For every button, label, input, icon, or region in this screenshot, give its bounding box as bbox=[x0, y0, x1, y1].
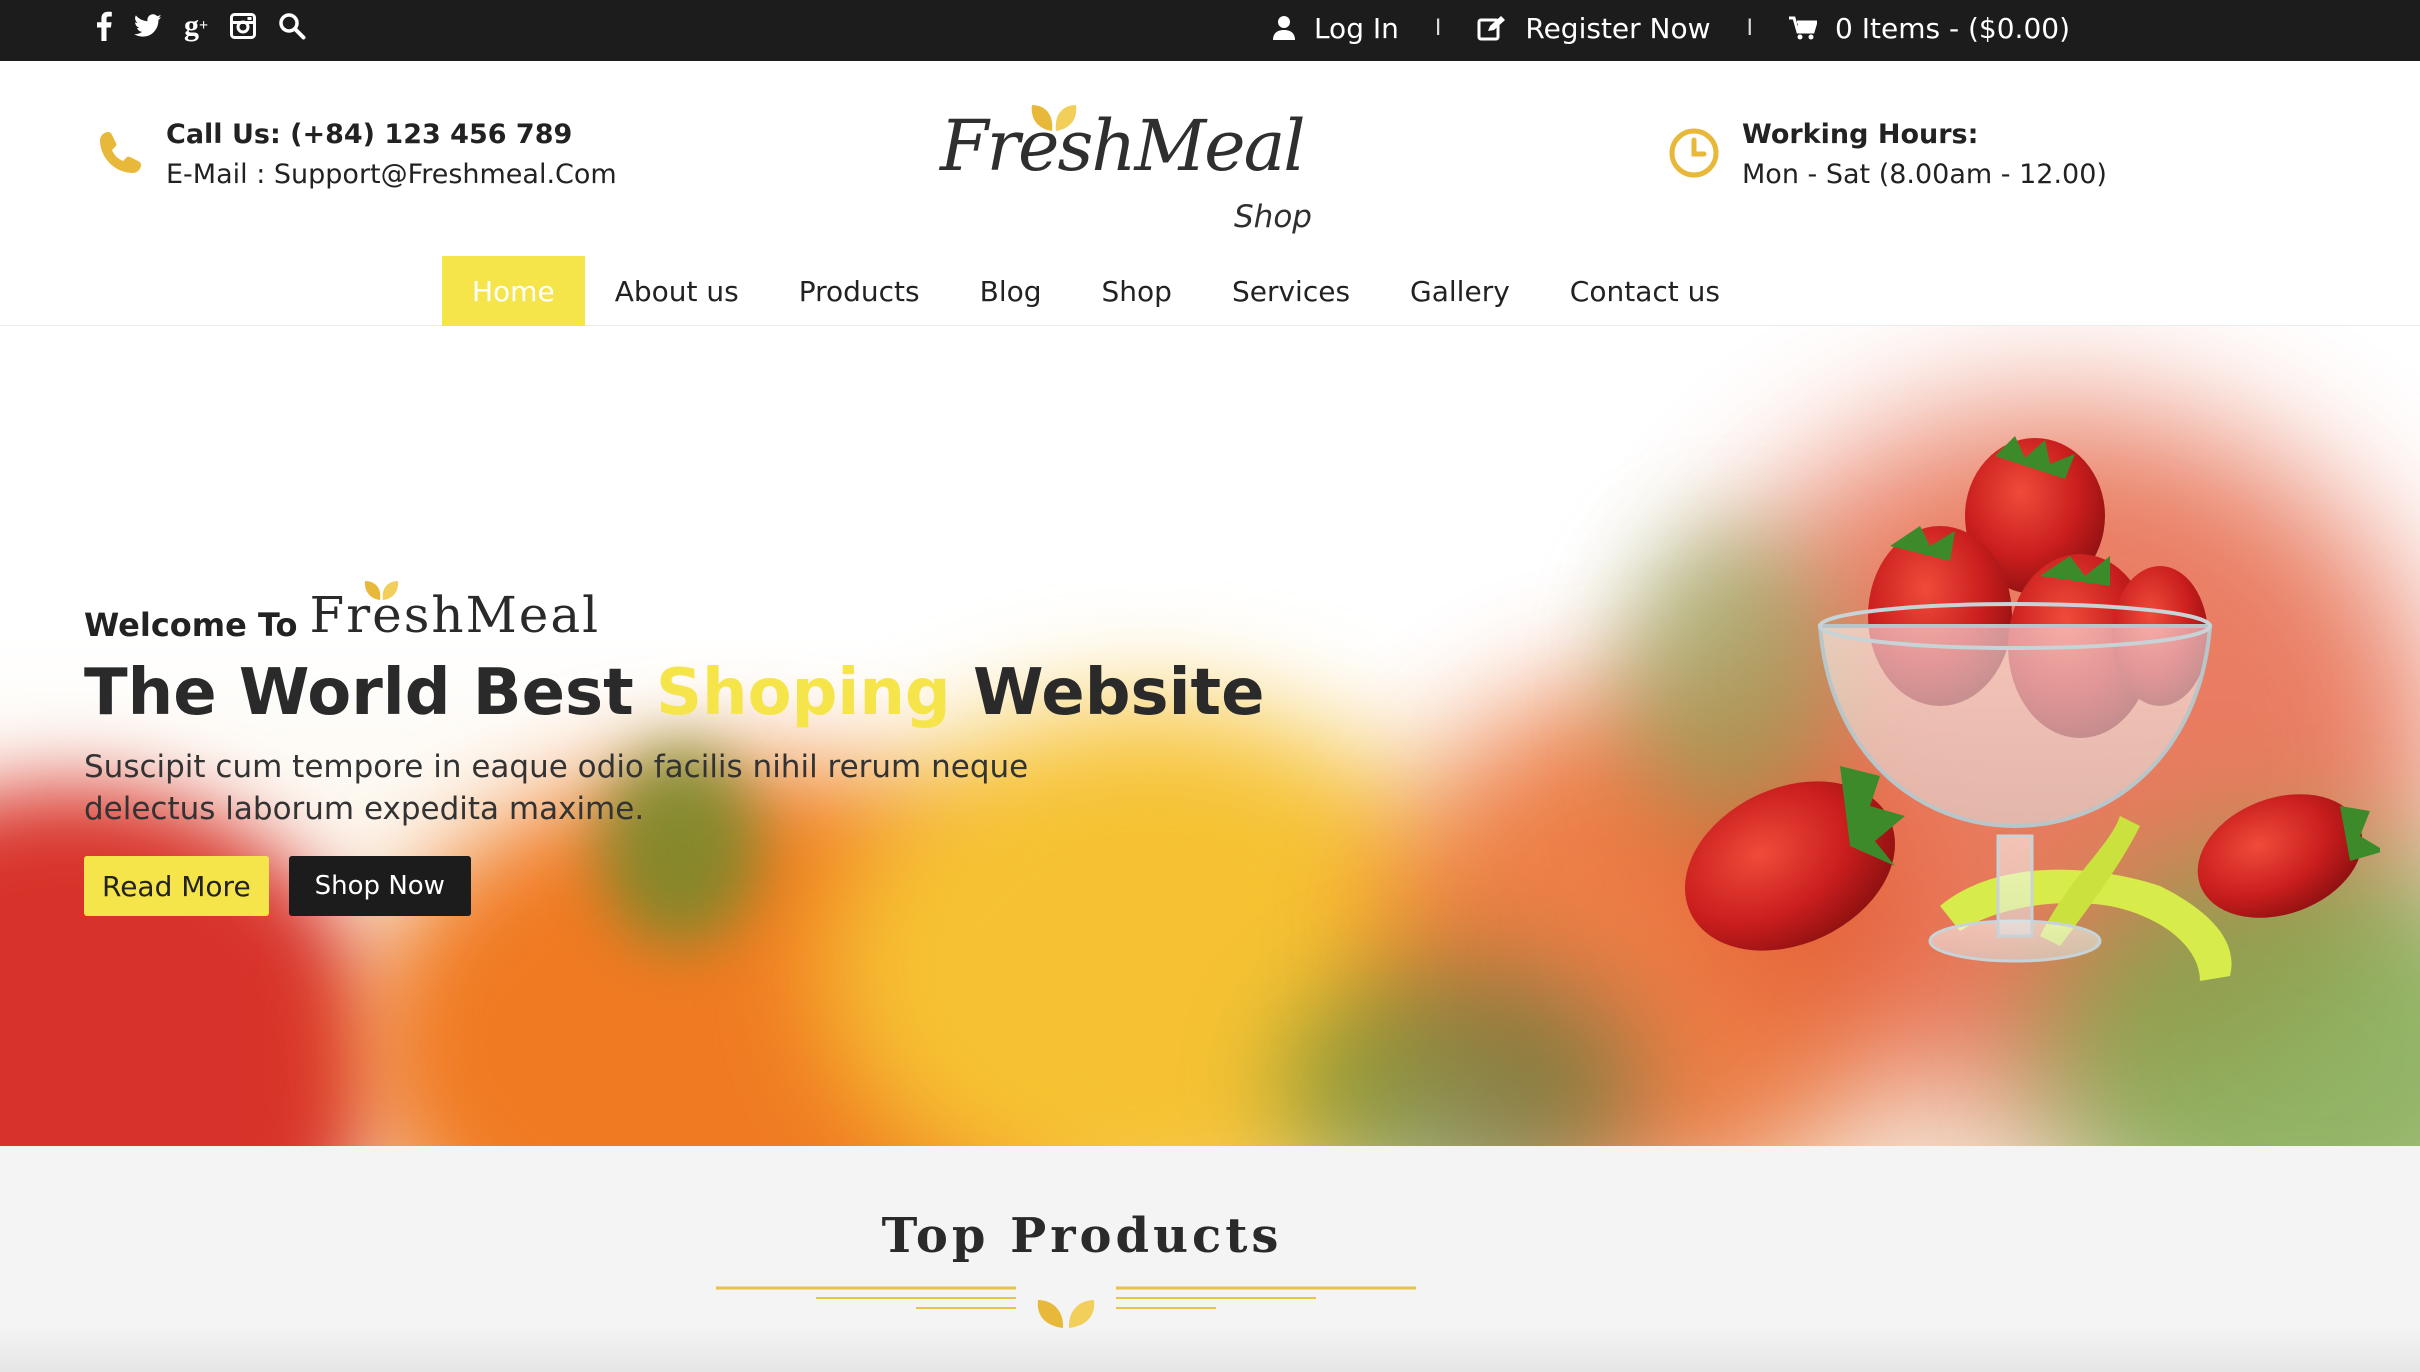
nav-item-blog[interactable]: Blog bbox=[950, 256, 1072, 326]
cart-link[interactable]: 0 Items - ($0.00) bbox=[1789, 12, 2070, 45]
main-nav: Home About us Products Blog Shop Service… bbox=[0, 254, 2420, 326]
headline-part2: Website bbox=[972, 656, 1265, 730]
hours-title: Working Hours: bbox=[1742, 119, 1979, 150]
phone-icon bbox=[100, 132, 141, 173]
nav-item-shop[interactable]: Shop bbox=[1072, 256, 1202, 326]
twitter-icon[interactable] bbox=[134, 11, 162, 41]
read-more-button[interactable]: Read More bbox=[84, 856, 269, 916]
working-hours: Working Hours: Mon - Sat (8.00am - 12.00… bbox=[1668, 115, 2107, 195]
facebook-icon[interactable] bbox=[96, 11, 112, 41]
section-divider bbox=[716, 1286, 1416, 1328]
site-logo[interactable]: FreshMeal Shop bbox=[940, 91, 1320, 241]
social-links: g + bbox=[96, 0, 306, 52]
cart-label: 0 Items - ($0.00) bbox=[1835, 11, 2070, 45]
logo-subtext: Shop bbox=[1234, 199, 1312, 235]
top-bar: g + Log In I Register Now I 0 Items - ($0… bbox=[0, 0, 2420, 61]
register-link[interactable]: Register Now bbox=[1477, 11, 1711, 45]
nav-item-products[interactable]: Products bbox=[769, 256, 950, 326]
headline-part1: The World Best bbox=[84, 656, 634, 730]
welcome-text: Welcome To bbox=[84, 606, 298, 644]
separator: I bbox=[1746, 15, 1754, 41]
leaf-icon bbox=[364, 581, 398, 600]
cart-icon bbox=[1789, 16, 1818, 40]
nav-item-home[interactable]: Home bbox=[442, 256, 585, 326]
site-header: Call Us: (+84) 123 456 789 E-Mail : Supp… bbox=[0, 61, 2420, 254]
email-text[interactable]: E-Mail : Support@Freshmeal.Com bbox=[166, 155, 617, 195]
instagram-icon[interactable] bbox=[230, 11, 257, 41]
hero-banner: Welcome To FreshMeal The World Best Shop… bbox=[0, 326, 2420, 1146]
hero-brand-text: FreshMeal bbox=[309, 586, 601, 644]
user-icon bbox=[1272, 16, 1295, 40]
nav-item-contact-us[interactable]: Contact us bbox=[1540, 256, 1750, 326]
leaf-icon bbox=[1037, 1300, 1095, 1328]
nav-item-services[interactable]: Services bbox=[1202, 256, 1380, 326]
section-title: Top Products bbox=[881, 1208, 1283, 1264]
call-us-text: Call Us: (+84) 123 456 789 bbox=[166, 119, 573, 150]
clock-icon bbox=[1669, 128, 1719, 178]
account-links: Log In I Register Now I 0 Items - ($0.00… bbox=[1272, 0, 2070, 56]
shop-now-button[interactable]: Shop Now bbox=[288, 856, 471, 916]
register-label: Register Now bbox=[1525, 11, 1711, 45]
strawberry-bowl-image bbox=[1684, 436, 2380, 981]
google-plus-icon[interactable]: g + bbox=[184, 11, 208, 41]
hero-headline: The World Best Shoping Website bbox=[84, 656, 1284, 730]
hero-paragraph: Suscipit cum tempore in eaque odio facil… bbox=[84, 749, 1029, 827]
login-label: Log In bbox=[1313, 11, 1399, 45]
hero-content: Welcome To FreshMeal The World Best Shop… bbox=[84, 581, 1284, 916]
hero-brand: FreshMeal bbox=[309, 581, 601, 644]
hero-buttons: Read More Shop Now bbox=[84, 856, 1284, 916]
logo-text: FreshMeal bbox=[940, 105, 1306, 187]
top-products-section: Top Products bbox=[0, 1146, 2420, 1372]
hours-value: Mon - Sat (8.00am - 12.00) bbox=[1742, 159, 2107, 190]
login-link[interactable]: Log In bbox=[1272, 12, 1399, 45]
edit-icon bbox=[1477, 16, 1506, 41]
headline-highlight: Shoping bbox=[655, 656, 951, 730]
contact-info: Call Us: (+84) 123 456 789 E-Mail : Supp… bbox=[96, 115, 617, 195]
search-icon[interactable] bbox=[278, 11, 306, 41]
separator: I bbox=[1434, 15, 1442, 41]
welcome-line: Welcome To FreshMeal bbox=[84, 581, 1284, 644]
nav-item-gallery[interactable]: Gallery bbox=[1380, 256, 1540, 326]
nav-item-about-us[interactable]: About us bbox=[585, 256, 769, 326]
